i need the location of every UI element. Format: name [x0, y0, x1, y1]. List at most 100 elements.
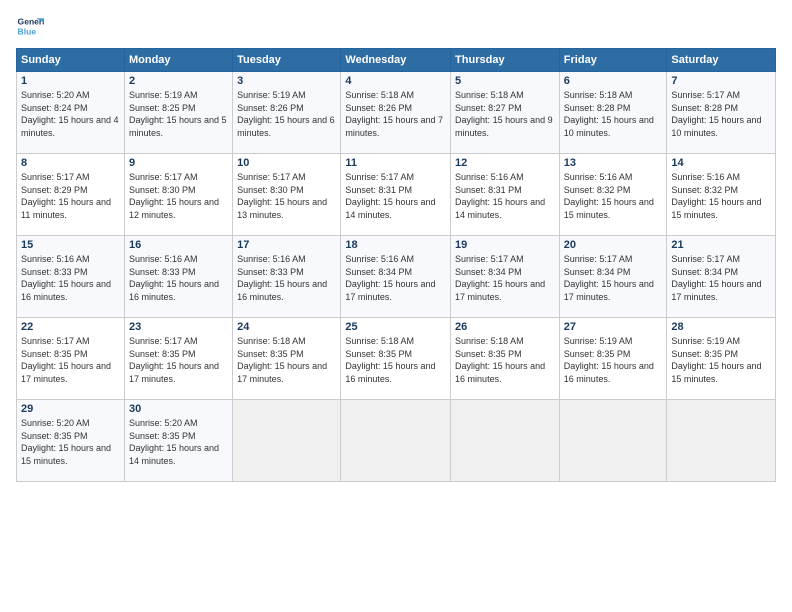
- day-info: Sunrise: 5:16 AM Sunset: 8:32 PM Dayligh…: [671, 171, 771, 221]
- day-number: 16: [129, 239, 228, 251]
- calendar-table: SundayMondayTuesdayWednesdayThursdayFrid…: [16, 48, 776, 482]
- calendar-cell: 10 Sunrise: 5:17 AM Sunset: 8:30 PM Dayl…: [233, 154, 341, 236]
- day-number: 25: [345, 321, 446, 333]
- calendar-week-row: 22 Sunrise: 5:17 AM Sunset: 8:35 PM Dayl…: [17, 318, 776, 400]
- calendar-cell: 7 Sunrise: 5:17 AM Sunset: 8:28 PM Dayli…: [667, 72, 776, 154]
- calendar-cell: 14 Sunrise: 5:16 AM Sunset: 8:32 PM Dayl…: [667, 154, 776, 236]
- day-info: Sunrise: 5:17 AM Sunset: 8:34 PM Dayligh…: [564, 253, 663, 303]
- day-info: Sunrise: 5:20 AM Sunset: 8:35 PM Dayligh…: [21, 417, 120, 467]
- day-number: 24: [237, 321, 336, 333]
- weekday-header: Wednesday: [341, 49, 451, 72]
- day-info: Sunrise: 5:17 AM Sunset: 8:31 PM Dayligh…: [345, 171, 446, 221]
- calendar-cell: 27 Sunrise: 5:19 AM Sunset: 8:35 PM Dayl…: [559, 318, 667, 400]
- day-number: 3: [237, 75, 336, 87]
- day-number: 14: [671, 157, 771, 169]
- svg-text:General: General: [18, 16, 44, 26]
- day-info: Sunrise: 5:17 AM Sunset: 8:30 PM Dayligh…: [129, 171, 228, 221]
- weekday-header: Saturday: [667, 49, 776, 72]
- day-number: 8: [21, 157, 120, 169]
- calendar-cell: 25 Sunrise: 5:18 AM Sunset: 8:35 PM Dayl…: [341, 318, 451, 400]
- day-info: Sunrise: 5:18 AM Sunset: 8:26 PM Dayligh…: [345, 89, 446, 139]
- calendar-cell: 6 Sunrise: 5:18 AM Sunset: 8:28 PM Dayli…: [559, 72, 667, 154]
- day-number: 9: [129, 157, 228, 169]
- day-number: 11: [345, 157, 446, 169]
- day-info: Sunrise: 5:17 AM Sunset: 8:29 PM Dayligh…: [21, 171, 120, 221]
- calendar-header-row: SundayMondayTuesdayWednesdayThursdayFrid…: [17, 49, 776, 72]
- day-info: Sunrise: 5:17 AM Sunset: 8:35 PM Dayligh…: [21, 335, 120, 385]
- calendar-cell: 20 Sunrise: 5:17 AM Sunset: 8:34 PM Dayl…: [559, 236, 667, 318]
- calendar-week-row: 29 Sunrise: 5:20 AM Sunset: 8:35 PM Dayl…: [17, 400, 776, 482]
- day-number: 4: [345, 75, 446, 87]
- calendar-cell: 3 Sunrise: 5:19 AM Sunset: 8:26 PM Dayli…: [233, 72, 341, 154]
- calendar-cell: [341, 400, 451, 482]
- svg-text:Blue: Blue: [18, 27, 37, 37]
- calendar-cell: 19 Sunrise: 5:17 AM Sunset: 8:34 PM Dayl…: [451, 236, 560, 318]
- day-number: 28: [671, 321, 771, 333]
- calendar-cell: [559, 400, 667, 482]
- calendar-cell: 28 Sunrise: 5:19 AM Sunset: 8:35 PM Dayl…: [667, 318, 776, 400]
- calendar-cell: 8 Sunrise: 5:17 AM Sunset: 8:29 PM Dayli…: [17, 154, 125, 236]
- day-number: 15: [21, 239, 120, 251]
- calendar-cell: 30 Sunrise: 5:20 AM Sunset: 8:35 PM Dayl…: [124, 400, 232, 482]
- calendar-cell: 26 Sunrise: 5:18 AM Sunset: 8:35 PM Dayl…: [451, 318, 560, 400]
- day-number: 1: [21, 75, 120, 87]
- header: General Blue: [16, 12, 776, 40]
- calendar-cell: 15 Sunrise: 5:16 AM Sunset: 8:33 PM Dayl…: [17, 236, 125, 318]
- day-number: 13: [564, 157, 663, 169]
- day-number: 12: [455, 157, 555, 169]
- calendar-cell: 23 Sunrise: 5:17 AM Sunset: 8:35 PM Dayl…: [124, 318, 232, 400]
- day-info: Sunrise: 5:16 AM Sunset: 8:34 PM Dayligh…: [345, 253, 446, 303]
- weekday-header: Tuesday: [233, 49, 341, 72]
- day-info: Sunrise: 5:18 AM Sunset: 8:27 PM Dayligh…: [455, 89, 555, 139]
- day-info: Sunrise: 5:18 AM Sunset: 8:35 PM Dayligh…: [345, 335, 446, 385]
- day-info: Sunrise: 5:16 AM Sunset: 8:33 PM Dayligh…: [237, 253, 336, 303]
- day-number: 29: [21, 403, 120, 415]
- day-info: Sunrise: 5:20 AM Sunset: 8:24 PM Dayligh…: [21, 89, 120, 139]
- calendar-cell: 16 Sunrise: 5:16 AM Sunset: 8:33 PM Dayl…: [124, 236, 232, 318]
- day-info: Sunrise: 5:16 AM Sunset: 8:32 PM Dayligh…: [564, 171, 663, 221]
- calendar-cell: 22 Sunrise: 5:17 AM Sunset: 8:35 PM Dayl…: [17, 318, 125, 400]
- day-info: Sunrise: 5:16 AM Sunset: 8:31 PM Dayligh…: [455, 171, 555, 221]
- calendar-week-row: 1 Sunrise: 5:20 AM Sunset: 8:24 PM Dayli…: [17, 72, 776, 154]
- calendar-cell: 1 Sunrise: 5:20 AM Sunset: 8:24 PM Dayli…: [17, 72, 125, 154]
- day-info: Sunrise: 5:18 AM Sunset: 8:35 PM Dayligh…: [237, 335, 336, 385]
- day-number: 6: [564, 75, 663, 87]
- day-number: 18: [345, 239, 446, 251]
- calendar-cell: 2 Sunrise: 5:19 AM Sunset: 8:25 PM Dayli…: [124, 72, 232, 154]
- day-info: Sunrise: 5:19 AM Sunset: 8:25 PM Dayligh…: [129, 89, 228, 139]
- day-info: Sunrise: 5:17 AM Sunset: 8:28 PM Dayligh…: [671, 89, 771, 139]
- weekday-header: Monday: [124, 49, 232, 72]
- day-number: 7: [671, 75, 771, 87]
- day-number: 27: [564, 321, 663, 333]
- day-number: 5: [455, 75, 555, 87]
- logo: General Blue: [16, 12, 44, 40]
- day-info: Sunrise: 5:17 AM Sunset: 8:30 PM Dayligh…: [237, 171, 336, 221]
- calendar-page: General Blue SundayMondayTuesdayWednesda…: [0, 0, 792, 612]
- day-number: 10: [237, 157, 336, 169]
- calendar-cell: [451, 400, 560, 482]
- day-info: Sunrise: 5:17 AM Sunset: 8:35 PM Dayligh…: [129, 335, 228, 385]
- day-number: 21: [671, 239, 771, 251]
- day-info: Sunrise: 5:17 AM Sunset: 8:34 PM Dayligh…: [455, 253, 555, 303]
- day-info: Sunrise: 5:18 AM Sunset: 8:35 PM Dayligh…: [455, 335, 555, 385]
- day-info: Sunrise: 5:16 AM Sunset: 8:33 PM Dayligh…: [21, 253, 120, 303]
- calendar-cell: 24 Sunrise: 5:18 AM Sunset: 8:35 PM Dayl…: [233, 318, 341, 400]
- day-number: 17: [237, 239, 336, 251]
- weekday-header: Sunday: [17, 49, 125, 72]
- weekday-header: Friday: [559, 49, 667, 72]
- calendar-cell: 21 Sunrise: 5:17 AM Sunset: 8:34 PM Dayl…: [667, 236, 776, 318]
- calendar-week-row: 8 Sunrise: 5:17 AM Sunset: 8:29 PM Dayli…: [17, 154, 776, 236]
- calendar-cell: [233, 400, 341, 482]
- day-info: Sunrise: 5:19 AM Sunset: 8:35 PM Dayligh…: [671, 335, 771, 385]
- day-info: Sunrise: 5:20 AM Sunset: 8:35 PM Dayligh…: [129, 417, 228, 467]
- calendar-cell: 13 Sunrise: 5:16 AM Sunset: 8:32 PM Dayl…: [559, 154, 667, 236]
- calendar-cell: 12 Sunrise: 5:16 AM Sunset: 8:31 PM Dayl…: [451, 154, 560, 236]
- calendar-cell: 9 Sunrise: 5:17 AM Sunset: 8:30 PM Dayli…: [124, 154, 232, 236]
- calendar-cell: 11 Sunrise: 5:17 AM Sunset: 8:31 PM Dayl…: [341, 154, 451, 236]
- day-number: 22: [21, 321, 120, 333]
- calendar-cell: [667, 400, 776, 482]
- weekday-header: Thursday: [451, 49, 560, 72]
- day-number: 19: [455, 239, 555, 251]
- day-number: 2: [129, 75, 228, 87]
- calendar-cell: 4 Sunrise: 5:18 AM Sunset: 8:26 PM Dayli…: [341, 72, 451, 154]
